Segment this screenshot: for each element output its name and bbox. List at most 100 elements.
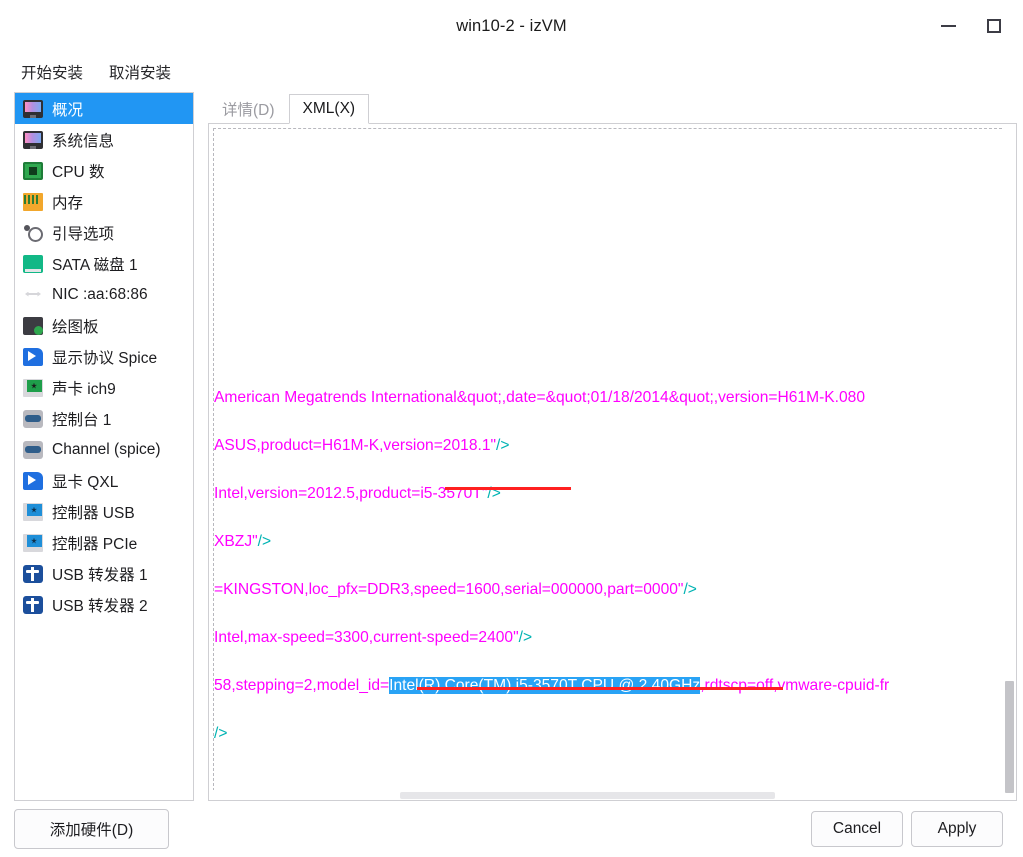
sidebar-item-8[interactable]: 显示协议 Spice bbox=[15, 341, 193, 372]
xml-line: ASUS,product=H61M-K,version=2018.1"/> bbox=[214, 422, 1016, 470]
sidebar-item-label: 控制台 1 bbox=[52, 411, 112, 429]
xml-token: Intel,version=2012.5,product= bbox=[214, 485, 421, 502]
disk-icon bbox=[23, 254, 43, 273]
sidebar-item-4[interactable]: 引导选项 bbox=[15, 217, 193, 248]
vertical-scrollbar-thumb[interactable] bbox=[1005, 681, 1014, 793]
xml-blank-line bbox=[214, 230, 1016, 278]
sidebar-item-label: 内存 bbox=[52, 194, 84, 212]
monitor-icon bbox=[23, 130, 43, 149]
sidebar-item-16[interactable]: USB 转发器 2 bbox=[15, 589, 193, 620]
memory-icon bbox=[23, 192, 43, 211]
maximize-button[interactable] bbox=[971, 6, 1017, 46]
vm-details-window: win10-2 - izVM 开始安装 取消安装 概况系统信息 CPU 数内存引导… bbox=[0, 0, 1023, 857]
sidebar-item-2[interactable]: CPU 数 bbox=[15, 155, 193, 186]
sidebar-item-7[interactable]: 绘图板 bbox=[15, 310, 193, 341]
window-title: win10-2 - izVM bbox=[456, 16, 567, 35]
sidebar-item-label: SATA 磁盘 1 bbox=[52, 256, 138, 274]
video-icon bbox=[23, 471, 43, 490]
sidebar-item-label: 概况 bbox=[52, 101, 84, 119]
xml-token: /> bbox=[518, 629, 533, 646]
maximize-icon bbox=[987, 19, 1001, 33]
sidebar-item-label: USB 转发器 2 bbox=[52, 597, 148, 615]
sound-card-icon bbox=[23, 378, 43, 397]
xml-blank-line bbox=[214, 134, 1016, 182]
sidebar-item-11[interactable]: Channel (spice) bbox=[15, 434, 193, 465]
minimize-icon bbox=[940, 25, 956, 27]
hardware-sidebar[interactable]: 概况系统信息 CPU 数内存引导选项 SATA 磁盘 1 NIC :aa:68:86 绘… bbox=[14, 92, 194, 801]
xml-token: 58,stepping=2,model_id= bbox=[214, 677, 390, 694]
sidebar-item-3[interactable]: 内存 bbox=[15, 186, 193, 217]
xml-token: =KINGSTON,loc_pfx=DDR3,speed=1600,serial… bbox=[214, 581, 684, 598]
usb-icon bbox=[23, 595, 43, 614]
sidebar-item-label: 控制器 USB bbox=[52, 504, 135, 522]
xml-blank-line bbox=[214, 278, 1016, 326]
console-icon bbox=[23, 409, 43, 428]
xml-line: Intel,max-speed=3300,current-speed=2400"… bbox=[214, 614, 1016, 662]
sidebar-item-9[interactable]: 声卡 ich9 bbox=[15, 372, 193, 403]
xml-token: XBZJ" bbox=[214, 533, 258, 550]
xml-line: American Megatrends International&quot;,… bbox=[214, 374, 1016, 422]
controller-icon bbox=[23, 502, 43, 521]
cpu-icon bbox=[23, 161, 43, 180]
menu-cancel-install[interactable]: 取消安装 bbox=[105, 58, 175, 86]
apply-button[interactable]: Apply bbox=[911, 811, 1003, 847]
vertical-scrollbar[interactable] bbox=[1004, 125, 1015, 799]
xml-code[interactable]: American Megatrends International&quot;,… bbox=[209, 124, 1016, 800]
controller-icon bbox=[23, 533, 43, 552]
add-hardware-button[interactable]: 添加硬件(D) bbox=[14, 809, 169, 849]
xml-editor[interactable]: American Megatrends International&quot;,… bbox=[208, 124, 1017, 801]
titlebar: win10-2 - izVM bbox=[0, 0, 1023, 52]
xml-token: /> bbox=[257, 533, 272, 550]
sidebar-item-15[interactable]: USB 转发器 1 bbox=[15, 558, 193, 589]
sidebar-item-label: 引导选项 bbox=[52, 225, 115, 243]
xml-token: /> bbox=[683, 581, 697, 598]
sidebar-item-12[interactable]: 显卡 QXL bbox=[15, 465, 193, 496]
menu-begin-install[interactable]: 开始安装 bbox=[17, 58, 87, 86]
annotation-underline-2 bbox=[417, 687, 783, 690]
xml-token: ,rdtscp=off,vmware-cpuid-fr bbox=[700, 677, 890, 694]
tablet-icon bbox=[23, 316, 43, 335]
sidebar-item-label: 显卡 QXL bbox=[52, 473, 119, 491]
xml-token: Intel,max-speed=3300,current-speed=2400" bbox=[214, 629, 519, 646]
sidebar-item-label: 控制器 PCIe bbox=[52, 535, 138, 553]
sidebar-item-label: CPU 数 bbox=[52, 163, 105, 181]
xml-blank-line bbox=[214, 326, 1016, 374]
tab-details[interactable]: 详情(D) bbox=[208, 94, 289, 124]
sidebar-item-14[interactable]: 控制器 PCIe bbox=[15, 527, 193, 558]
console-icon bbox=[23, 440, 43, 459]
body-area: 概况系统信息 CPU 数内存引导选项 SATA 磁盘 1 NIC :aa:68:86 绘… bbox=[0, 92, 1023, 801]
sidebar-item-label: 绘图板 bbox=[52, 318, 99, 336]
sidebar-item-10[interactable]: 控制台 1 bbox=[15, 403, 193, 434]
sidebar-item-6[interactable]: NIC :aa:68:86 bbox=[15, 279, 193, 310]
minimize-button[interactable] bbox=[925, 6, 971, 46]
sidebar-item-0[interactable]: 概况 bbox=[15, 93, 193, 124]
xml-token: American Megatrends International&quot;,… bbox=[214, 389, 866, 406]
tabstrip: 详情(D) XML(X) bbox=[208, 92, 1017, 124]
xml-selected-text: Intel(R) Core(TM) i5-3570T CPU @ 2.40GHz bbox=[389, 677, 701, 694]
sidebar-item-5[interactable]: SATA 磁盘 1 bbox=[15, 248, 193, 279]
sidebar-item-label: Channel (spice) bbox=[52, 440, 161, 458]
tab-xml[interactable]: XML(X) bbox=[288, 94, 370, 124]
window-controls bbox=[925, 0, 1017, 52]
xml-token: /> bbox=[496, 437, 510, 454]
xml-token: ASUS,product=H61M-K,version=2018.1" bbox=[214, 437, 497, 454]
horizontal-scrollbar-thumb[interactable] bbox=[400, 792, 775, 799]
sidebar-item-1[interactable]: 系统信息 bbox=[15, 124, 193, 155]
xml-line: 58,stepping=2,model_id=Intel(R) Core(TM)… bbox=[214, 662, 1016, 710]
display-icon bbox=[23, 347, 43, 366]
sidebar-item-13[interactable]: 控制器 USB bbox=[15, 496, 193, 527]
cancel-button[interactable]: Cancel bbox=[811, 811, 903, 847]
xml-line: XBZJ"/> bbox=[214, 518, 1016, 566]
monitor-icon bbox=[23, 99, 43, 118]
xml-blank-line bbox=[214, 182, 1016, 230]
footer: 添加硬件(D) Cancel Apply bbox=[0, 801, 1023, 857]
network-icon bbox=[23, 286, 43, 304]
horizontal-scrollbar[interactable] bbox=[210, 790, 1004, 799]
usb-icon bbox=[23, 564, 43, 583]
sidebar-item-label: USB 转发器 1 bbox=[52, 566, 148, 584]
content-panel: 详情(D) XML(X) American Megatrends Interna… bbox=[194, 92, 1023, 801]
xml-token: /> bbox=[214, 725, 228, 742]
xml-line: /> bbox=[214, 710, 1016, 758]
sidebar-item-label: NIC :aa:68:86 bbox=[52, 285, 148, 303]
xml-line: Intel,version=2012.5,product=i5-3570T"/> bbox=[214, 470, 1016, 518]
